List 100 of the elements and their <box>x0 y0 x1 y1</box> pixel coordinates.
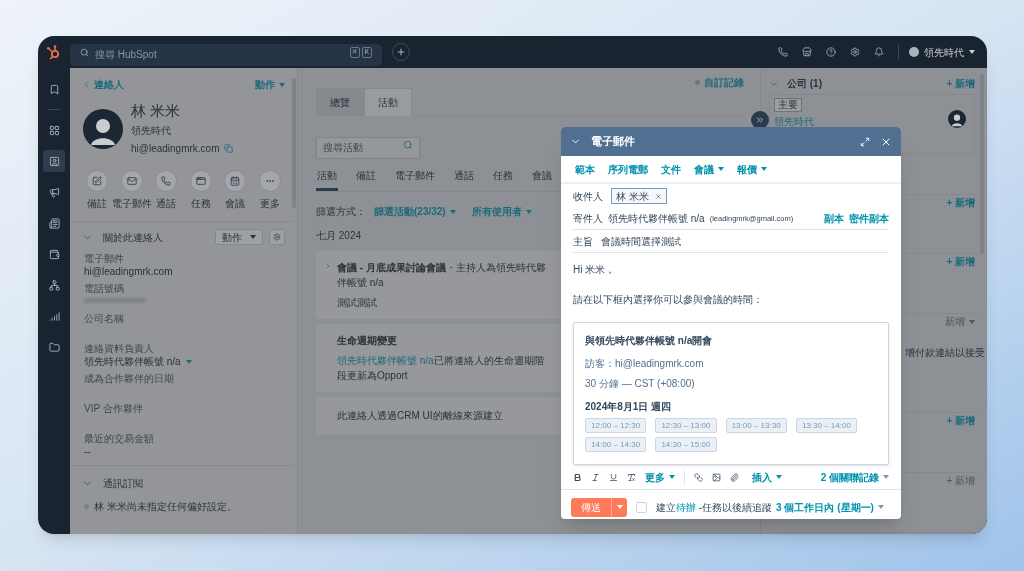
contact-name: 林 米米 <box>131 102 182 120</box>
caret-icon <box>185 359 192 364</box>
sprocket-logo[interactable] <box>46 45 62 61</box>
caret-icon <box>616 505 623 509</box>
quick-action-button[interactable]: 更多 <box>252 170 287 211</box>
megaphone-icon <box>48 186 60 198</box>
filter-tab[interactable]: 備註 <box>355 168 377 191</box>
time-slot-button[interactable]: 14:30 – 15:00 <box>655 437 717 452</box>
image-icon[interactable] <box>712 472 721 482</box>
bold-icon[interactable] <box>573 472 582 482</box>
toolbar-link[interactable]: 文件 <box>661 161 681 177</box>
bar-chart-icon <box>48 310 60 322</box>
month-heading: 七月 2024 <box>316 229 362 243</box>
from-label: 寄件人 <box>573 212 603 226</box>
owner-link[interactable]: 領先時代夥伴帳號 n/a <box>337 355 434 366</box>
back-link[interactable]: 連絡人 <box>82 77 124 92</box>
wallet-icon <box>48 248 60 260</box>
caret-icon <box>969 50 975 54</box>
remove-icon[interactable] <box>654 192 662 200</box>
associations-button[interactable]: 2 個關聯記錄 <box>820 469 889 485</box>
add-button[interactable]: + 新增 <box>946 254 975 269</box>
account-menu[interactable]: 領先時代 <box>909 44 975 60</box>
underline-icon[interactable] <box>609 472 618 482</box>
meeting-date: 2024年8月1日 週四 <box>585 400 673 414</box>
caret-icon <box>669 475 675 479</box>
activity-body: 測試測試 <box>337 296 378 310</box>
link-icon[interactable] <box>694 472 703 482</box>
newspaper-icon <box>48 217 60 229</box>
search-icon <box>80 48 89 57</box>
insert-button[interactable]: 插入 <box>752 469 782 485</box>
time-slot-button[interactable]: 12:00 – 12:30 <box>585 418 647 433</box>
time-slot-button[interactable]: 12:30 – 13:00 <box>655 418 717 433</box>
search-field[interactable]: 搜尋活動 <box>316 136 420 159</box>
subject-field[interactable]: 會議時間選擇測試 <box>601 233 681 249</box>
activity-title: 生命週期變更 <box>337 334 398 348</box>
paperclip-icon[interactable] <box>730 472 739 482</box>
field-label: 電話號碼 <box>84 283 125 295</box>
add-button[interactable]: + 新增 <box>946 413 975 428</box>
send-options-button[interactable] <box>611 497 627 517</box>
filter-tab[interactable]: 電子郵件 <box>394 168 436 191</box>
company-link[interactable]: 領先時代 <box>774 114 814 129</box>
filter-tab[interactable]: 通話 <box>453 168 475 191</box>
quick-action-button[interactable]: 任務 <box>183 170 218 211</box>
customize-link[interactable]: 自訂記錄 <box>704 74 744 90</box>
actions-menu[interactable]: 動作 <box>255 77 285 92</box>
tab[interactable]: 活動 <box>364 88 412 116</box>
gear-icon <box>273 233 281 241</box>
toolbar-link[interactable]: 範本 <box>575 161 595 177</box>
caret-icon <box>776 475 782 479</box>
double-chevron-icon <box>755 115 765 125</box>
phone-icon[interactable] <box>778 47 788 57</box>
add-button[interactable]: + 新增 <box>946 195 975 210</box>
recipient-chip[interactable]: 林 米米 <box>611 188 667 204</box>
task-checkbox[interactable] <box>636 501 647 513</box>
caret-icon <box>969 319 975 324</box>
filter-tab[interactable]: 任務 <box>492 168 514 191</box>
activity-title: 會議 - 月底成果討論會議・主持人為領先時代夥伴帳號 n/a <box>337 261 547 290</box>
dialog-title: 電子郵件 <box>591 134 635 150</box>
calendar-icon <box>230 176 241 186</box>
italic-icon[interactable] <box>591 472 600 482</box>
caret-icon <box>718 167 724 171</box>
greeting-text: Hi 米米， <box>573 263 617 277</box>
toolbar-link[interactable]: 序列電郵 <box>608 161 648 177</box>
bell-icon[interactable] <box>874 47 884 57</box>
plus-icon <box>396 47 406 57</box>
bcc-link[interactable]: 密件副本 <box>849 211 889 226</box>
guest-text: 訪客：hi@leadingmrk.com <box>585 357 705 371</box>
more-button[interactable]: 更多 <box>645 469 675 485</box>
grid-icon <box>48 124 60 136</box>
field-label: VIP 合作夥伴 <box>84 403 144 415</box>
settings-icon[interactable] <box>850 47 860 57</box>
expand-icon[interactable] <box>860 136 870 147</box>
task-link[interactable]: 待辦 <box>676 501 696 513</box>
store-icon[interactable] <box>802 47 812 57</box>
contact-email: hi@leadingmrk.com <box>131 142 220 156</box>
cc-link[interactable]: 副本 <box>824 211 844 226</box>
caret-icon <box>877 505 884 509</box>
send-button[interactable]: 傳送 <box>571 497 611 517</box>
toolbar-link[interactable]: 會議 <box>694 161 724 177</box>
quick-action-button[interactable]: 備註 <box>80 170 114 211</box>
help-icon[interactable] <box>826 47 836 57</box>
caret-icon <box>761 167 767 171</box>
caret-icon <box>279 82 285 87</box>
time-slot-button[interactable]: 13:30 – 14:00 <box>795 418 857 433</box>
add-button[interactable]: + 新增 <box>946 76 975 91</box>
clear-format-icon[interactable] <box>627 472 636 482</box>
owner-select[interactable]: 領先時代夥伴帳號 n/a <box>84 355 283 368</box>
quick-action-button[interactable]: 會議 <box>218 170 253 211</box>
sender-name: 領先時代夥伴帳號 n/a <box>608 212 705 226</box>
filter-tab[interactable]: 會議 <box>531 168 553 191</box>
due-date-select[interactable]: 3 個工作日內 (星期一) <box>776 499 884 515</box>
activity-filter[interactable]: 篩選活動(23/32) <box>374 204 456 219</box>
toolbar-link[interactable]: 報價 <box>737 161 767 177</box>
tab[interactable]: 總覽 <box>316 88 364 116</box>
time-slot-button[interactable]: 14:00 – 14:30 <box>585 437 647 452</box>
filter-tab[interactable]: 活動 <box>316 168 338 191</box>
actions-button[interactable]: 動作 <box>215 229 263 245</box>
nav-item[interactable] <box>43 150 65 172</box>
time-slot-button[interactable]: 13:00 – 13:30 <box>725 418 787 433</box>
subscription-status: 林 米米尚未指定任何偏好設定。 <box>94 500 237 514</box>
